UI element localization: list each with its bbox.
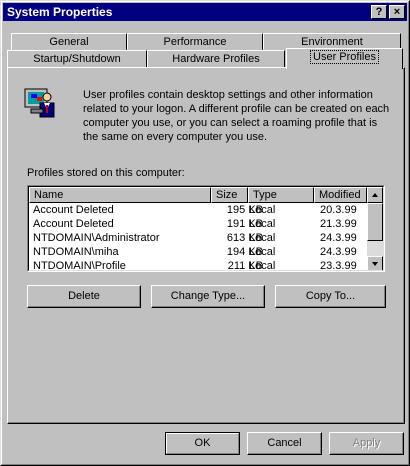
tab-performance-label: Performance xyxy=(163,36,227,48)
cell-name: Account Deleted xyxy=(33,218,114,230)
button-bevel xyxy=(166,433,239,454)
cell-type: Local xyxy=(249,260,276,271)
scroll-thumb[interactable] xyxy=(367,203,383,241)
cell-modified: 24.3.99 xyxy=(320,232,357,244)
user-profile-icon xyxy=(24,88,55,118)
tab-user-profiles-label: User Profiles xyxy=(310,50,379,64)
column-header-modified[interactable]: Modified xyxy=(314,187,367,203)
system-properties-window: System Properties ? × General Performanc… xyxy=(0,0,410,466)
button-bevel xyxy=(276,286,385,307)
cell-modified: 23.3.99 xyxy=(320,260,357,271)
table-row[interactable]: Account Deleted 191 KB Local 21.3.99 xyxy=(29,217,367,231)
tab-startup-shutdown-label: Startup/Shutdown xyxy=(33,53,121,65)
column-header-name[interactable]: Name xyxy=(29,187,211,203)
delete-button[interactable]: Delete xyxy=(27,285,141,308)
button-bevel xyxy=(330,433,403,454)
arrow-down-icon xyxy=(372,262,378,266)
table-row[interactable]: NTDOMAIN\Profile 211 KB Local 23.3.99 xyxy=(29,259,367,271)
profiles-description: User profiles contain desktop settings a… xyxy=(83,89,390,143)
tab-hardware-profiles[interactable]: Hardware Profiles xyxy=(147,50,285,68)
profiles-list-frame: Name Size Type Modified Account Deleted … xyxy=(28,186,384,271)
ok-button[interactable]: OK xyxy=(165,432,240,455)
cell-type: Local xyxy=(249,232,276,244)
cell-name: Account Deleted xyxy=(33,204,114,216)
cell-type: Local xyxy=(249,204,276,216)
cell-name: NTDOMAIN\miha xyxy=(33,246,119,258)
button-bevel xyxy=(152,286,264,307)
button-bevel xyxy=(28,286,140,307)
help-button[interactable]: ? xyxy=(371,5,387,19)
table-row[interactable]: NTDOMAIN\Administrator 613 KB Local 24.3… xyxy=(29,231,367,245)
column-header-size[interactable]: Size xyxy=(211,187,248,203)
table-row[interactable]: NTDOMAIN\miha 194 KB Local 24.3.99 xyxy=(29,245,367,259)
cell-name: NTDOMAIN\Profile xyxy=(33,260,126,271)
vertical-scrollbar[interactable] xyxy=(367,187,383,270)
user-profiles-panel: User profiles contain desktop settings a… xyxy=(7,67,405,424)
tab-user-profiles[interactable]: User Profiles xyxy=(286,48,403,69)
cancel-button[interactable]: Cancel xyxy=(247,432,322,455)
tab-startup-shutdown[interactable]: Startup/Shutdown xyxy=(7,50,147,68)
copy-to-button[interactable]: Copy To... xyxy=(275,285,386,308)
arrow-up-icon xyxy=(372,193,378,197)
title-bar[interactable]: System Properties ? × xyxy=(3,3,407,21)
profiles-list-label: Profiles stored on this computer: xyxy=(27,167,185,179)
table-row[interactable]: Account Deleted 195 KB Local 20.3.99 xyxy=(29,203,367,217)
column-header-type[interactable]: Type xyxy=(248,187,314,203)
tab-environment-label: Environment xyxy=(301,36,363,48)
button-bevel xyxy=(248,433,321,454)
window-title: System Properties xyxy=(7,5,113,19)
cell-modified: 20.3.99 xyxy=(320,204,357,216)
scroll-up-button[interactable] xyxy=(367,187,383,203)
cell-type: Local xyxy=(249,218,276,230)
cell-type: Local xyxy=(249,246,276,258)
cell-modified: 21.3.99 xyxy=(320,218,357,230)
apply-button[interactable]: Apply xyxy=(329,432,404,455)
profiles-list[interactable]: Name Size Type Modified Account Deleted … xyxy=(27,185,385,272)
close-button[interactable]: × xyxy=(389,5,405,19)
tab-general-label: General xyxy=(49,36,89,48)
tab-hardware-profiles-label: Hardware Profiles xyxy=(172,53,260,65)
change-type-button[interactable]: Change Type... xyxy=(151,285,265,308)
cell-name: NTDOMAIN\Administrator xyxy=(33,232,160,244)
cell-modified: 24.3.99 xyxy=(320,246,357,258)
scroll-down-button[interactable] xyxy=(367,256,383,270)
